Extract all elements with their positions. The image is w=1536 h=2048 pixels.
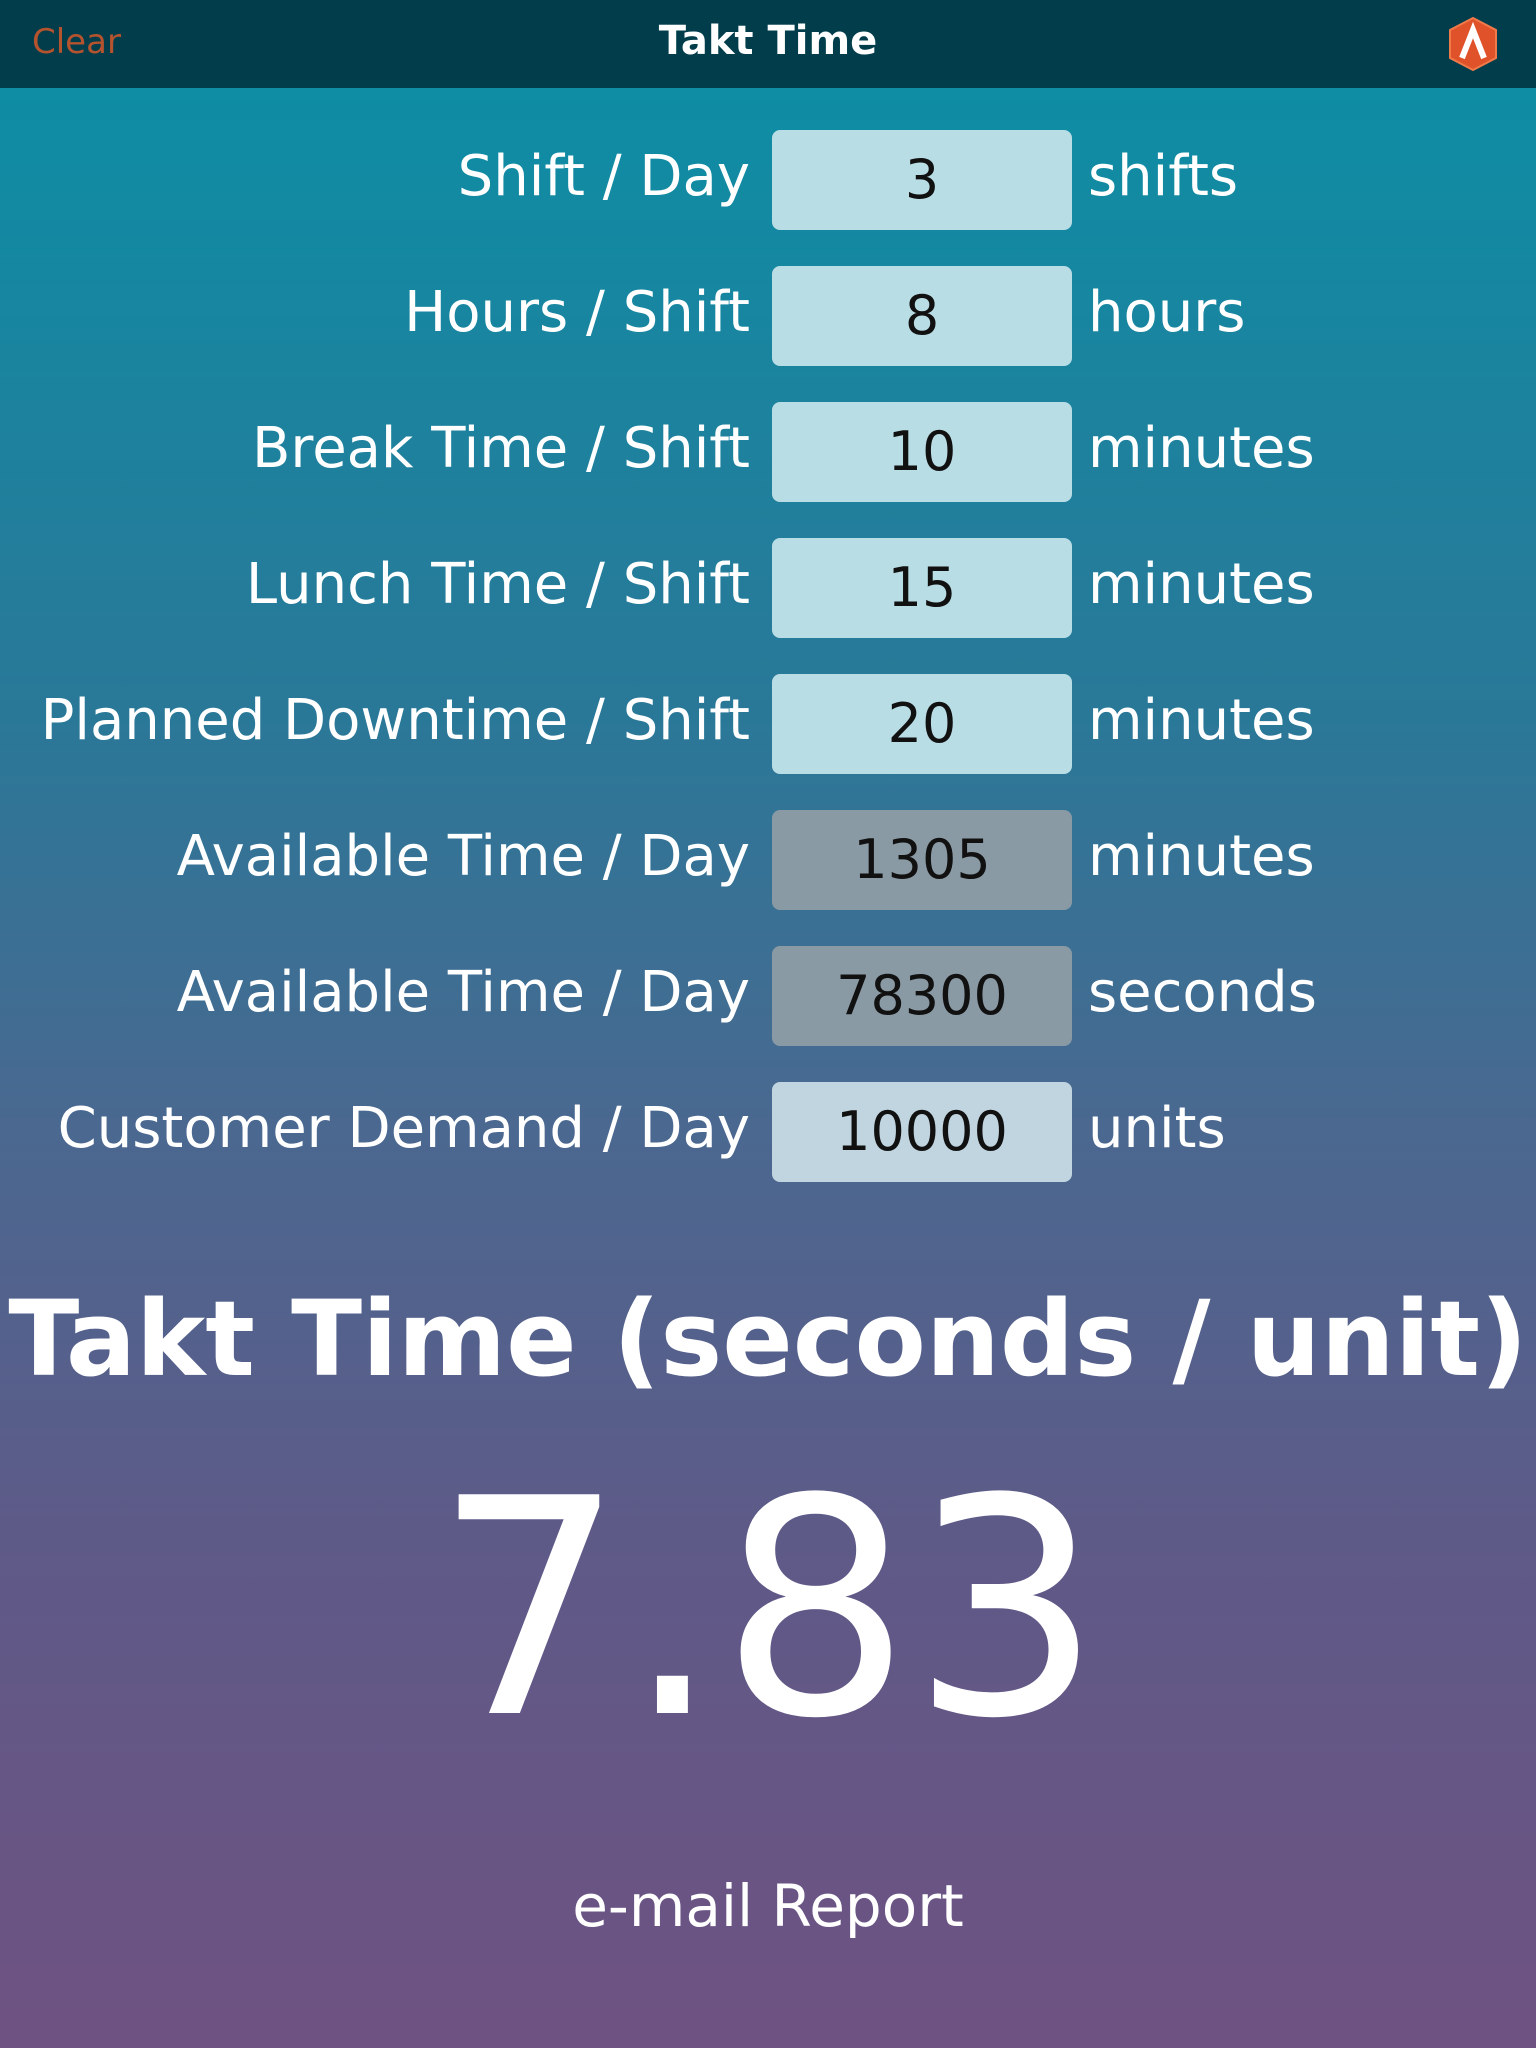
field-unit: shifts [1088,144,1239,209]
field-label: Break Time / Shift [251,416,750,481]
available-time-seconds-value: 78300 [772,946,1072,1046]
field-label: Planned Downtime / Shift [40,688,750,753]
takt-time-result: 7.83 [434,1435,1102,1784]
break-time-input[interactable]: 10 [772,402,1072,502]
page-title: Takt Time [658,18,878,64]
row-lunch-time: Lunch Time / Shift 15 minutes [0,538,1536,638]
field-label: Available Time / Day [176,824,750,889]
customer-demand-input[interactable]: 10000 [772,1082,1072,1182]
hours-per-shift-input[interactable]: 8 [772,266,1072,366]
shift-per-day-input[interactable]: 3 [772,130,1072,230]
row-available-time-seconds: Available Time / Day 78300 seconds [0,946,1536,1046]
result-title: Takt Time (seconds / unit) [8,1278,1528,1400]
row-available-time-minutes: Available Time / Day 1305 minutes [0,810,1536,910]
row-break-time: Break Time / Shift 10 minutes [0,402,1536,502]
field-label: Customer Demand / Day [57,1096,750,1161]
field-unit: minutes [1088,416,1315,481]
field-label: Hours / Shift [404,280,750,345]
field-unit: minutes [1088,688,1315,753]
row-customer-demand: Customer Demand / Day 10000 units [0,1082,1536,1182]
row-hours-per-shift: Hours / Shift 8 hours [0,266,1536,366]
lunch-time-input[interactable]: 15 [772,538,1072,638]
email-report-button[interactable]: e-mail Report [0,1872,1536,1940]
planned-downtime-input[interactable]: 20 [772,674,1072,774]
row-planned-downtime: Planned Downtime / Shift 20 minutes [0,674,1536,774]
field-unit: minutes [1088,824,1315,889]
field-unit: units [1088,1096,1226,1161]
available-time-minutes-value: 1305 [772,810,1072,910]
field-label: Lunch Time / Shift [245,552,750,617]
field-label: Shift / Day [457,144,750,209]
field-unit: hours [1088,280,1246,345]
field-unit: seconds [1088,960,1317,1025]
app-logo-icon[interactable] [1446,16,1500,72]
row-shift-per-day: Shift / Day 3 shifts [0,130,1536,230]
field-unit: minutes [1088,552,1315,617]
navigation-bar: Clear Takt Time [0,0,1536,88]
field-label: Available Time / Day [176,960,750,1025]
